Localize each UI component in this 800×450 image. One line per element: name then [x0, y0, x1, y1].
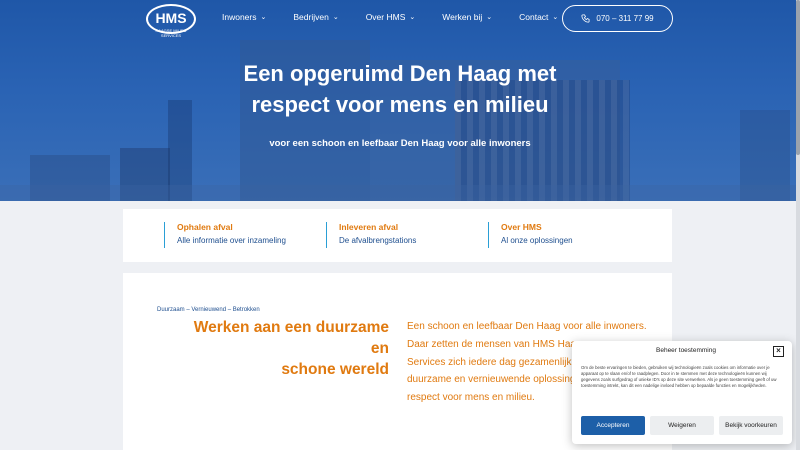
cookie-title: Beheer toestemming: [656, 347, 716, 354]
nav-label: Werken bij: [442, 12, 483, 22]
chevron-down-icon: ⌄: [552, 14, 559, 21]
nav-label: Inwoners: [222, 12, 257, 22]
nav-item-werken-bij[interactable]: Werken bij ⌄: [442, 12, 492, 22]
nav-label: Over HMS: [365, 12, 406, 22]
cookie-consent-dialog: Beheer toestemming × Om de beste ervarin…: [572, 341, 792, 444]
heading-line: Werken aan een duurzame en: [193, 319, 389, 357]
quick-link-ophalen[interactable]: Ophalen afval Alle informatie over inzam…: [164, 222, 286, 248]
logo-tagline: HAAGSE MILIEU SERVICES: [155, 28, 187, 38]
accept-button[interactable]: Accepteren: [581, 416, 645, 435]
chevron-down-icon: ⌄: [409, 14, 416, 21]
nav-item-bedrijven[interactable]: Bedrijven ⌄: [293, 12, 338, 22]
chevron-down-icon: ⌄: [486, 14, 493, 21]
quick-link-desc: De afvalbrengstations: [339, 236, 417, 245]
hero-title-line: respect voor mens en milieu: [251, 92, 549, 117]
cookie-text: Om de beste ervaringen te bieden, gebrui…: [581, 365, 777, 388]
scrollbar-thumb[interactable]: [796, 0, 800, 155]
tagline-breadcrumb: Duurzaam – Vernieuwend – Betrokken: [157, 307, 260, 313]
quick-link-desc: Al onze oplossingen: [501, 236, 573, 245]
main-nav: Inwoners ⌄ Bedrijven ⌄ Over HMS ⌄ Werken bi…: [222, 12, 558, 22]
hms-logo[interactable]: HMS HAAGSE MILIEU SERVICES: [146, 4, 196, 38]
phone-button[interactable]: 070 – 311 77 99: [562, 5, 673, 32]
nav-item-inwoners[interactable]: Inwoners ⌄: [222, 12, 266, 22]
quick-link-inleveren[interactable]: Inleveren afval De afvalbrengstations: [326, 222, 416, 248]
quick-links-card: Ophalen afval Alle informatie over inzam…: [123, 209, 672, 262]
quick-link-over-hms[interactable]: Over HMS Al onze oplossingen: [488, 222, 573, 248]
nav-item-over-hms[interactable]: Over HMS ⌄: [366, 12, 416, 22]
quick-link-desc: Alle informatie over inzameling: [177, 236, 286, 245]
deny-button[interactable]: Weigeren: [650, 416, 714, 435]
hero-subtitle: voor een schoon en leefbaar Den Haag voo…: [269, 138, 531, 149]
quick-link-title: Ophalen afval: [177, 222, 233, 232]
section-heading: Werken aan een duurzame en schone wereld: [173, 317, 389, 380]
logo-text: HMS: [155, 10, 187, 26]
cookie-buttons: Accepteren Weigeren Bekijk voorkeuren: [581, 416, 783, 435]
phone-icon: [581, 14, 590, 23]
nav-item-contact[interactable]: Contact ⌄: [519, 12, 558, 22]
heading-line: schone wereld: [281, 361, 389, 378]
quick-link-title: Over HMS: [501, 222, 542, 232]
hero-title: Een opgeruimd Den Haag met respect voor …: [200, 58, 600, 120]
preferences-button[interactable]: Bekijk voorkeuren: [719, 416, 783, 435]
nav-label: Bedrijven: [293, 12, 329, 22]
quick-link-title: Inleveren afval: [339, 222, 399, 232]
hero-banner: HMS HAAGSE MILIEU SERVICES Inwoners ⌄ Bed…: [0, 0, 800, 201]
close-icon[interactable]: ×: [773, 346, 784, 357]
phone-number: 070 – 311 77 99: [596, 14, 654, 23]
intro-line: Een schoon en leefbaar Den Haag voor all…: [407, 321, 647, 332]
hero-title-line: Een opgeruimd Den Haag met: [243, 61, 557, 86]
page-scrollbar[interactable]: [796, 0, 800, 450]
street-band: [0, 185, 800, 201]
nav-label: Contact: [519, 12, 549, 22]
chevron-down-icon: ⌄: [260, 14, 267, 21]
chevron-down-icon: ⌄: [332, 14, 339, 21]
